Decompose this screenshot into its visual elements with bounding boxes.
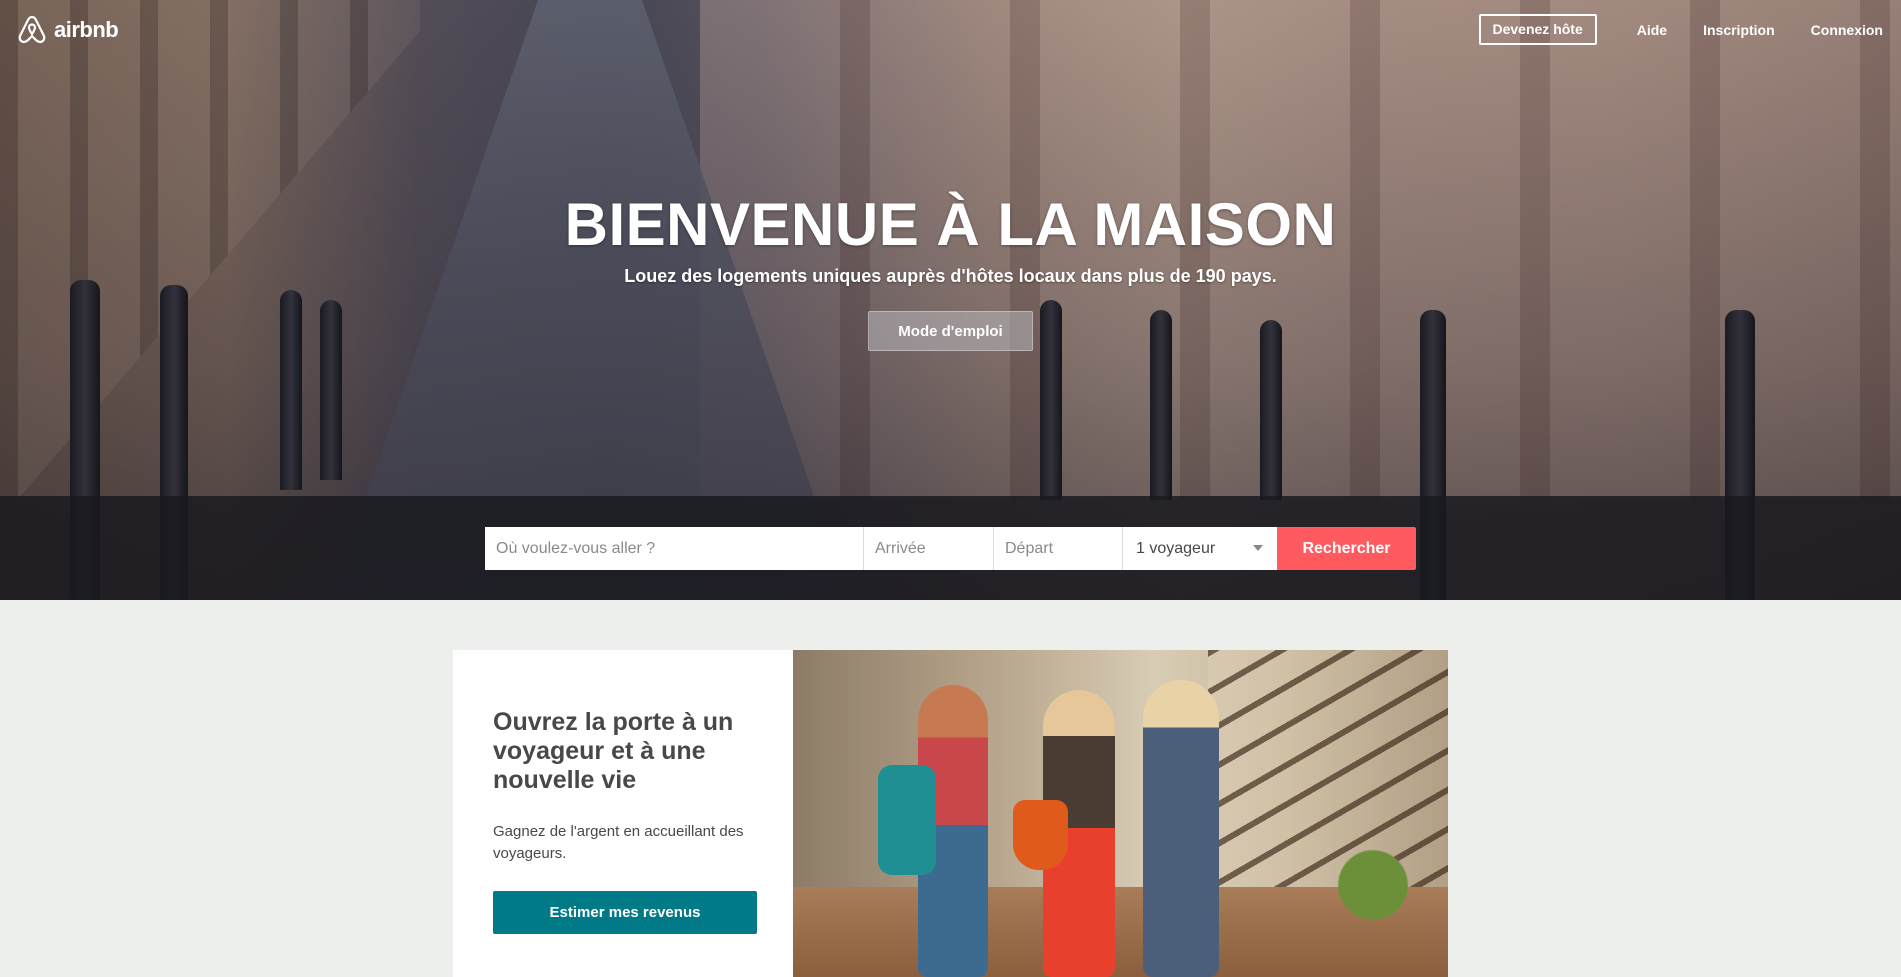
how-it-works-button[interactable]: Mode d'emploi [868,311,1033,351]
estimate-earnings-button[interactable]: Estimer mes revenus [493,891,757,934]
photo-guest [1013,690,1115,977]
top-nav: Devenez hôte Aide Inscription Connexion [1478,14,1901,45]
signup-link[interactable]: Inscription [1685,15,1793,45]
host-promo-card: Ouvrez la porte à un voyageur et à une n… [453,650,793,977]
bollard [320,300,342,480]
checkout-date-input[interactable]: Départ [994,527,1123,570]
photo-traveler [878,685,988,977]
photo-plant [1328,837,1418,957]
logo-wordmark: airbnb [54,17,119,42]
hero-building-left [0,0,420,520]
guests-value: 1 voyageur [1136,539,1216,557]
guests-select[interactable]: 1 voyageur [1123,527,1277,570]
airbnb-belo-icon [18,15,46,44]
search-button[interactable]: Rechercher [1277,527,1416,570]
checkin-date-input[interactable]: Arrivée [864,527,994,570]
hero-subtitle: Louez des logements uniques auprès d'hôt… [624,266,1277,286]
hero-title: BIENVENUE À LA MAISON [564,191,1337,258]
chevron-down-icon [1253,545,1263,551]
photo-backpack [878,765,936,875]
host-promo-text: Gagnez de l'argent en accueillant des vo… [493,823,744,862]
bollard [1260,320,1282,500]
host-promo-photo [793,650,1448,977]
destination-input[interactable]: Où voulez-vous aller ? [485,527,864,570]
bollard [1150,310,1172,500]
become-host-button[interactable]: Devenez hôte [1478,14,1597,45]
bollard [280,290,302,490]
host-promo-heading: Ouvrez la porte à un voyageur et à une n… [493,708,734,794]
login-link[interactable]: Connexion [1793,15,1901,45]
photo-host [1143,680,1219,977]
airbnb-logo[interactable]: airbnb [16,14,119,46]
photo-handbag [1013,800,1068,870]
help-link[interactable]: Aide [1619,15,1685,45]
bollard [1040,300,1062,500]
